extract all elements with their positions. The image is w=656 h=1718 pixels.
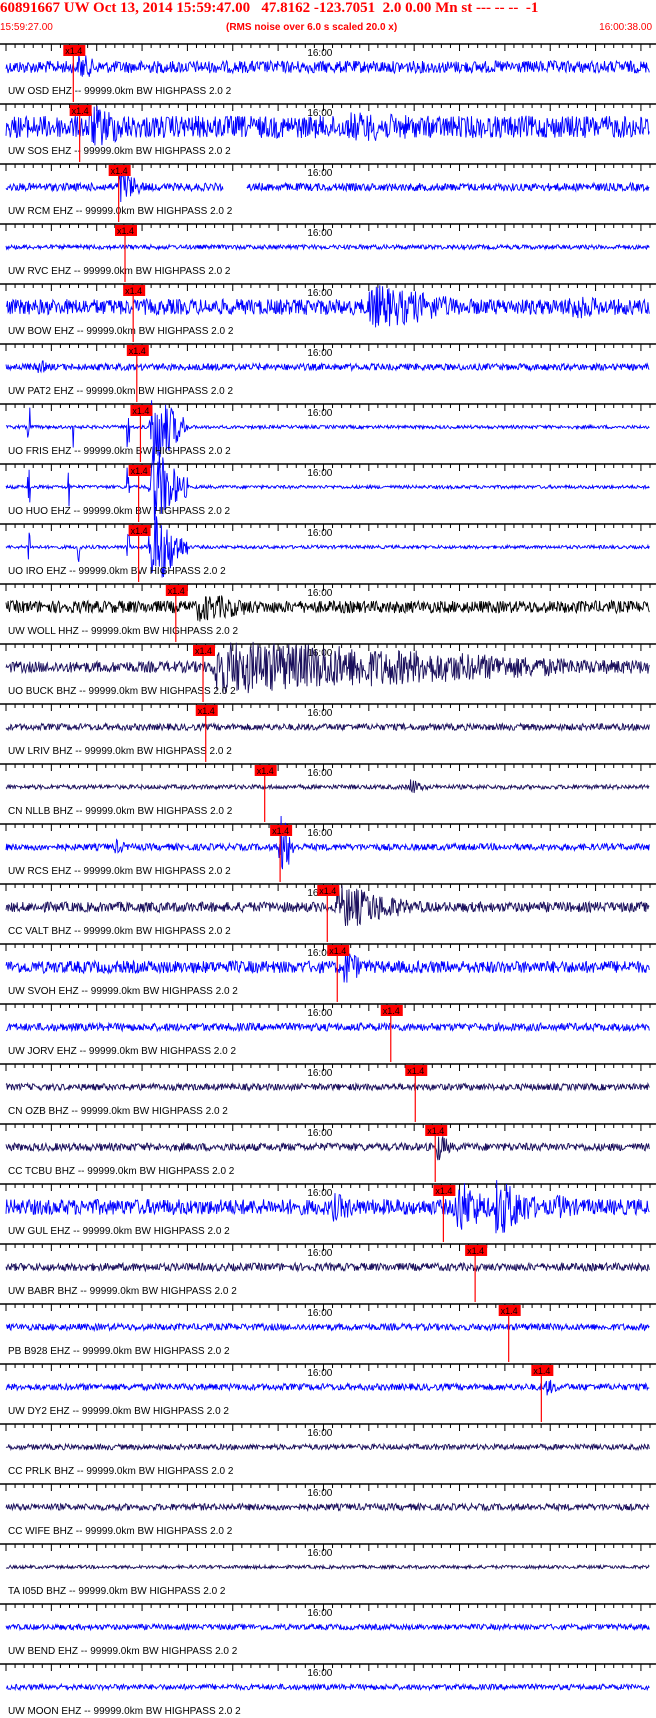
end-time-label: 16:00:38.00 bbox=[599, 22, 652, 33]
waveform-trace bbox=[5, 1261, 650, 1273]
waveform-trace bbox=[5, 595, 650, 622]
tick-label: 16:00 bbox=[307, 348, 332, 359]
waveform-trace bbox=[5, 1322, 650, 1333]
pick-label: x1.4 bbox=[129, 346, 146, 356]
rms-noise-note: (RMS noise over 6.0 s scaled 20.0 x) bbox=[226, 22, 398, 33]
header-bar: 60891667 UW Oct 13, 2014 15:59:47.00 47.… bbox=[0, 0, 656, 34]
waveform-trace bbox=[5, 243, 650, 251]
channel-label: UW JORV EHZ -- 99999.0km BW HIGHPASS 2.0… bbox=[8, 1046, 236, 1057]
channel-label: CC PRLK BHZ -- 99999.0km BW HIGHPASS 2.0… bbox=[8, 1466, 234, 1477]
pick-label: x1.4 bbox=[329, 946, 346, 956]
channel-label: TA I05D BHZ -- 99999.0km BW HIGHPASS 2.0… bbox=[8, 1586, 226, 1597]
pick-label: x1.4 bbox=[407, 1066, 424, 1076]
tick-label: 16:00 bbox=[307, 648, 332, 659]
tick-label: 16:00 bbox=[307, 768, 332, 779]
channel-label: UW GUL EHZ -- 99999.0km BW HIGHPASS 2.0 … bbox=[8, 1226, 230, 1237]
channel-label: UW WOLL HHZ -- 99999.0km BW HIGHPASS 2.0… bbox=[8, 626, 238, 637]
pick-label: x1.4 bbox=[125, 286, 142, 296]
channel-label: UW SOS EHZ -- 99999.0km BW HIGHPASS 2.0 … bbox=[8, 146, 231, 157]
tick-label: 16:00 bbox=[307, 1008, 332, 1019]
channel-label: CC WIFE BHZ -- 99999.0km BW HIGHPASS 2.0… bbox=[8, 1526, 233, 1537]
waveform-trace bbox=[5, 1563, 650, 1571]
waveform-trace bbox=[5, 1622, 650, 1632]
event-title: 60891667 UW Oct 13, 2014 15:59:47.00 47.… bbox=[0, 0, 539, 16]
seismogram-traces: 16:00 UW OSD EHZ -- 99999.0km BW HIGHPASS… bbox=[0, 43, 656, 1717]
tick-label: 16:00 bbox=[307, 1428, 332, 1439]
channel-label: CN OZB BHZ -- 99999.0km BW HIGHPASS 2.0 … bbox=[8, 1106, 228, 1117]
channel-label: UW BOW EHZ -- 99999.0km BW HIGHPASS 2.0 … bbox=[8, 326, 234, 337]
channel-label: UO FRIS EHZ -- 99999.0km BW HIGHPASS 2.0… bbox=[8, 446, 231, 457]
tick-label: 16:00 bbox=[307, 1248, 332, 1259]
channel-label: UW BEND EHZ -- 99999.0km BW HIGHPASS 2.0… bbox=[8, 1646, 238, 1657]
tick-label: 16:00 bbox=[307, 1368, 332, 1379]
pick-label: x1.4 bbox=[131, 526, 148, 536]
tick-label: 16:00 bbox=[307, 828, 332, 839]
waveform-trace bbox=[5, 1442, 650, 1452]
channel-label: UW OSD EHZ -- 99999.0km BW HIGHPASS 2.0 … bbox=[8, 86, 232, 97]
pick-label: x1.4 bbox=[132, 406, 149, 416]
tick-label: 16:00 bbox=[307, 588, 332, 599]
waveform-trace bbox=[5, 1136, 650, 1161]
tick-label: 16:00 bbox=[307, 1308, 332, 1319]
tick-label: 16:00 bbox=[307, 48, 332, 59]
tick-label: 16:00 bbox=[307, 1128, 332, 1139]
waveform-trace bbox=[5, 1021, 650, 1033]
waveform-trace bbox=[5, 1501, 650, 1513]
tick-label: 16:00 bbox=[307, 528, 332, 539]
tick-label: 16:00 bbox=[307, 408, 332, 419]
pick-label: x1.4 bbox=[383, 1006, 400, 1016]
channel-label: UW SVOH EHZ -- 99999.0km BW HIGHPASS 2.0… bbox=[8, 986, 238, 997]
waveform-trace bbox=[5, 722, 650, 732]
channel-label: UO HUO EHZ -- 99999.0km BW HIGHPASS 2.0 … bbox=[8, 506, 231, 517]
pick-label: x1.4 bbox=[111, 166, 128, 176]
channel-label: CN NLLB BHZ -- 99999.0km BW HIGHPASS 2.0… bbox=[8, 806, 233, 817]
channel-label: UW RCS EHZ -- 99999.0km BW HIGHPASS 2.0 … bbox=[8, 866, 231, 877]
channel-label: UW PAT2 EHZ -- 99999.0km BW HIGHPASS 2.0… bbox=[8, 386, 233, 397]
tick-label: 16:00 bbox=[307, 228, 332, 239]
pick-label: x1.4 bbox=[195, 646, 212, 656]
pick-label: x1.4 bbox=[198, 706, 215, 716]
channel-label: UW RCM EHZ -- 99999.0km BW HIGHPASS 2.0 … bbox=[8, 206, 233, 217]
pick-label: x1.4 bbox=[257, 766, 274, 776]
channel-label: UW RVC EHZ -- 99999.0km BW HIGHPASS 2.0 … bbox=[8, 266, 231, 277]
tick-label: 16:00 bbox=[307, 1548, 332, 1559]
channel-label: UW LRIV BHZ -- 99999.0km BW HIGHPASS 2.0… bbox=[8, 746, 232, 757]
channel-label: UW DY2 EHZ -- 99999.0km BW HIGHPASS 2.0 … bbox=[8, 1406, 229, 1417]
tick-label: 16:00 bbox=[307, 1608, 332, 1619]
tick-label: 16:00 bbox=[307, 1488, 332, 1499]
pick-label: x1.4 bbox=[168, 586, 185, 596]
tick-label: 16:00 bbox=[307, 1188, 332, 1199]
channel-label: UO IRO EHZ -- 99999.0km BW HIGHPASS 2.0 … bbox=[8, 566, 226, 577]
tick-label: 16:00 bbox=[307, 168, 332, 179]
channel-label: UW BABR BHZ -- 99999.0km BW HIGHPASS 2.0… bbox=[8, 1286, 237, 1297]
pick-label: x1.4 bbox=[131, 466, 148, 476]
tick-label: 16:00 bbox=[307, 1668, 332, 1679]
tick-label: 16:00 bbox=[307, 468, 332, 479]
waveform-trace bbox=[5, 360, 650, 374]
start-time-label: 15:59:27.00 bbox=[0, 22, 53, 33]
waveform-trace bbox=[5, 779, 650, 794]
channel-label: UW MOON EHZ -- 99999.0km BW HIGHPASS 2.0… bbox=[8, 1706, 241, 1717]
waveform-trace bbox=[5, 1379, 650, 1396]
pick-label: x1.4 bbox=[435, 1186, 452, 1196]
pick-label: x1.4 bbox=[427, 1126, 444, 1136]
pick-label: x1.4 bbox=[117, 226, 134, 236]
pick-label: x1.4 bbox=[319, 886, 336, 896]
pick-label: x1.4 bbox=[72, 106, 89, 116]
tick-label: 16:00 bbox=[307, 288, 332, 299]
tick-label: 16:00 bbox=[307, 1068, 332, 1079]
channel-label: UO BUCK BHZ -- 99999.0km BW HIGHPASS 2.0… bbox=[8, 686, 236, 697]
seismogram-viewer: 60891667 UW Oct 13, 2014 15:59:47.00 47.… bbox=[0, 0, 656, 1718]
pick-label: x1.4 bbox=[65, 46, 82, 56]
channel-label: PB B928 EHZ -- 99999.0km BW HIGHPASS 2.0… bbox=[8, 1346, 230, 1357]
channel-label: CC VALT BHZ -- 99999.0km BW HIGHPASS 2.0… bbox=[8, 926, 231, 937]
waveform-trace bbox=[5, 1682, 650, 1692]
channel-label: CC TCBU BHZ -- 99999.0km BW HIGHPASS 2.0… bbox=[8, 1166, 235, 1177]
pick-label: x1.4 bbox=[533, 1366, 550, 1376]
pick-label: x1.4 bbox=[467, 1246, 484, 1256]
pick-label: x1.4 bbox=[272, 826, 289, 836]
waveform-trace bbox=[5, 1081, 650, 1092]
pick-label: x1.4 bbox=[501, 1306, 518, 1316]
tick-label: 16:00 bbox=[307, 708, 332, 719]
